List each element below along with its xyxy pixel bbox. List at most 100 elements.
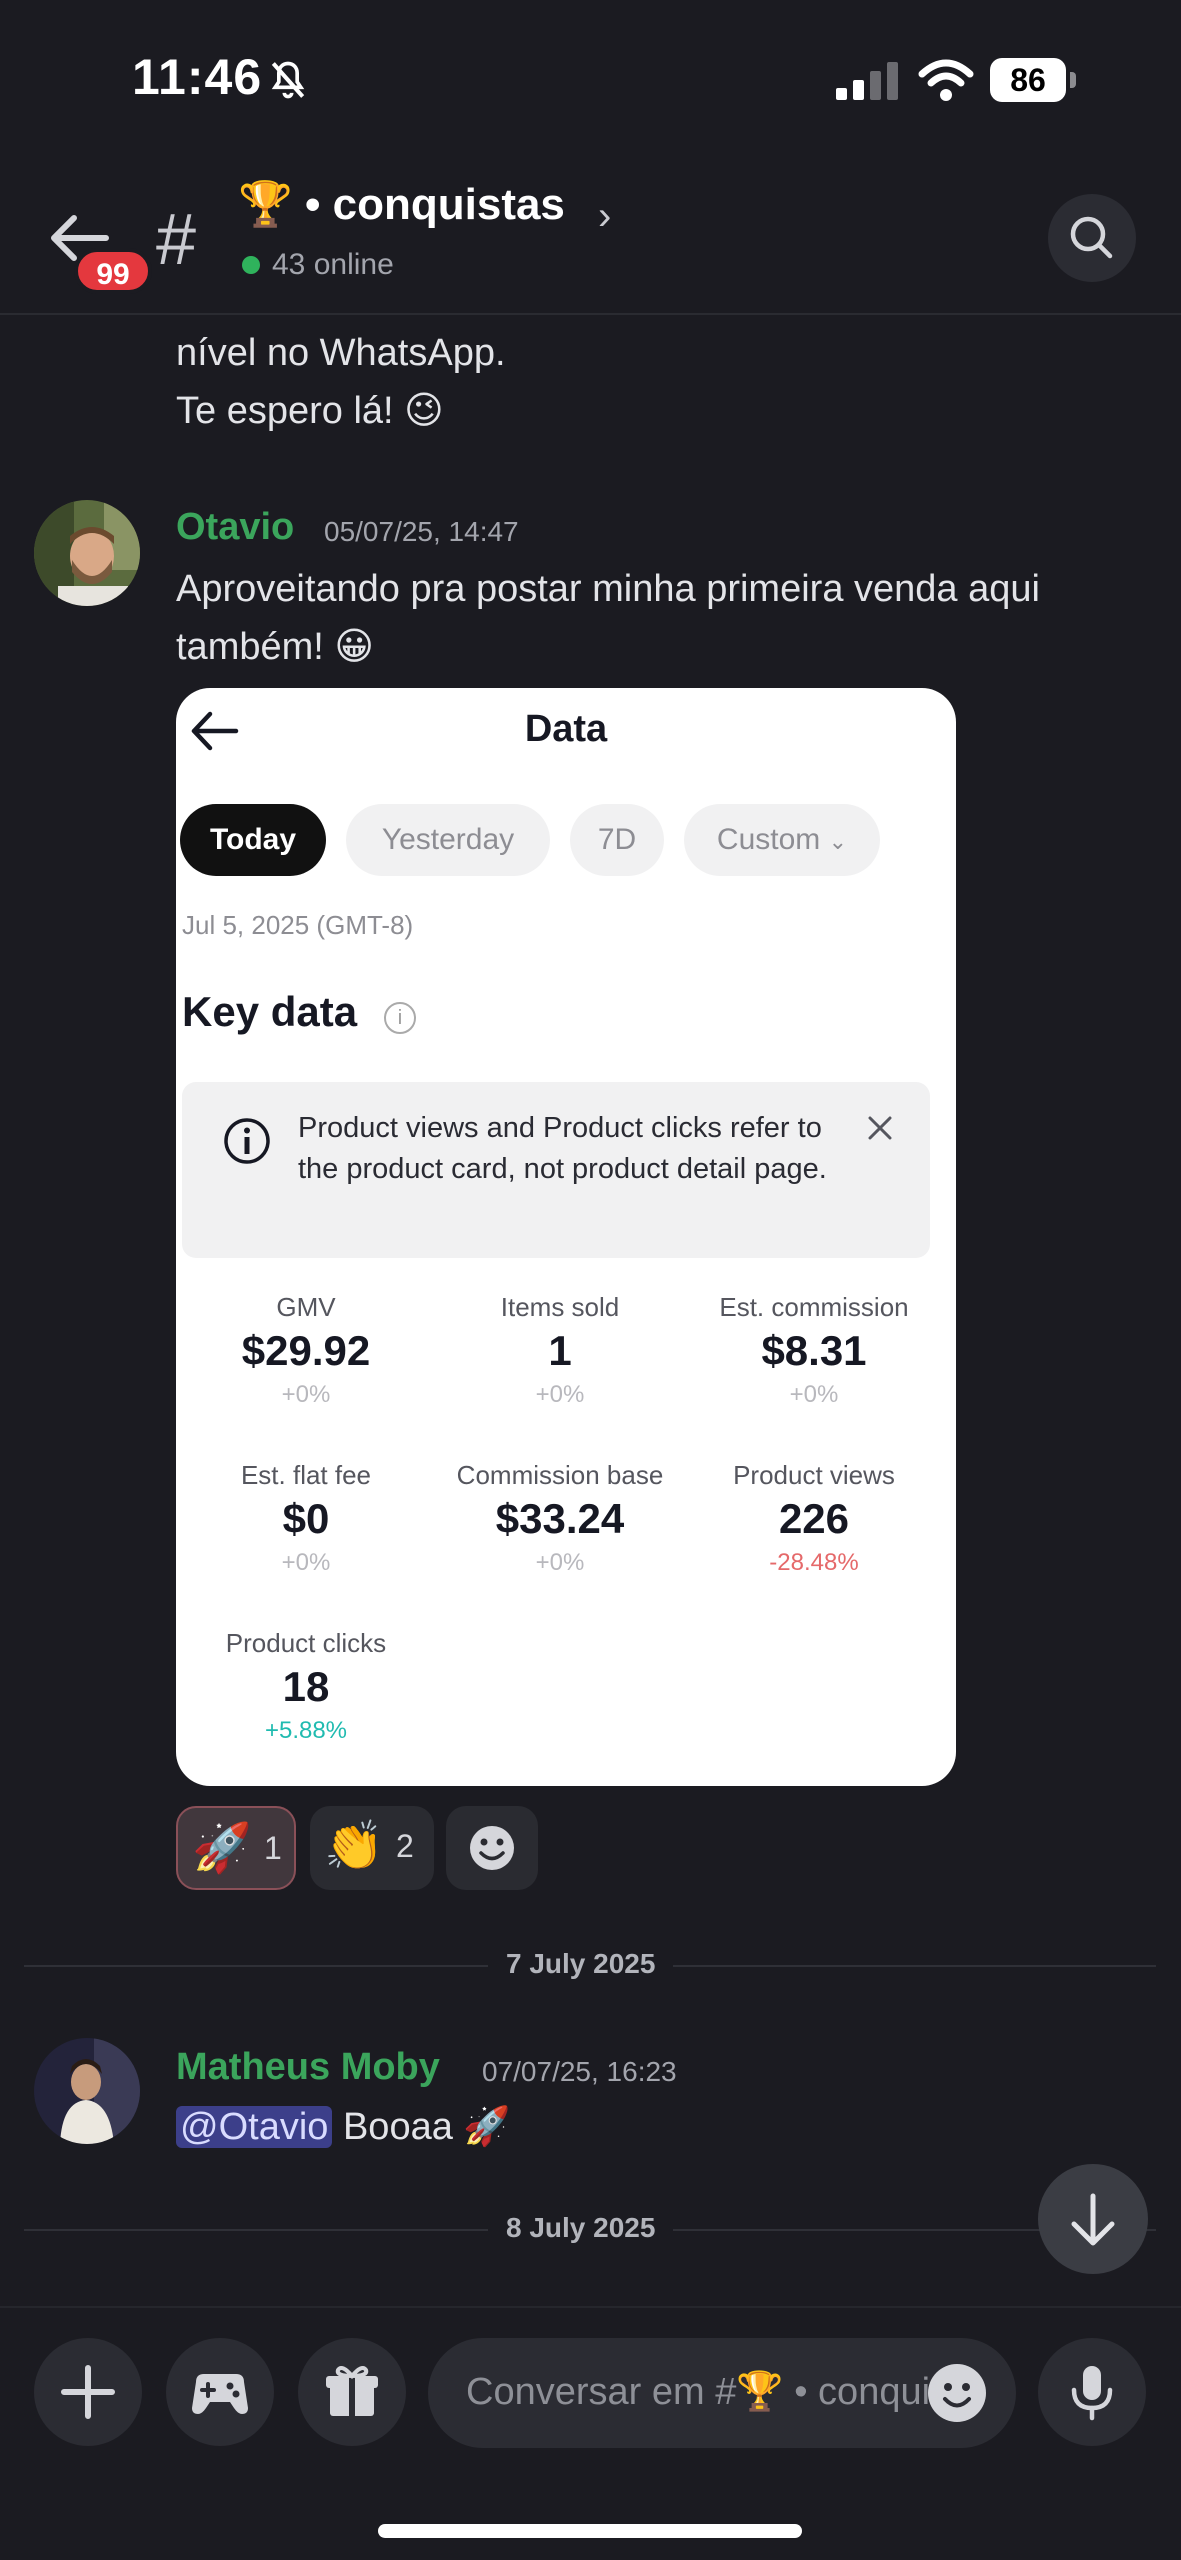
reaction-rocket[interactable]: 🚀 1 — [176, 1806, 296, 1890]
card-date: Jul 5, 2025 (GMT-8) — [182, 910, 414, 940]
metric-label: Est. commission — [719, 1292, 909, 1322]
metric-value: $8.31 — [761, 1327, 867, 1374]
tab-7d: 7D — [570, 804, 664, 876]
metric-est-flat-fee: Est. flat fee $0 +0% — [176, 1460, 436, 1577]
metric-label: Product clicks — [225, 1628, 387, 1658]
chevron-down-icon: ⌄ — [828, 829, 848, 854]
metric-product-views: Product views 226 -28.48% — [684, 1460, 944, 1577]
reaction-emoji: 🚀 — [192, 1822, 252, 1875]
metric-label: Commission base — [456, 1460, 664, 1490]
metric-label: Items sold — [500, 1292, 620, 1322]
message-author[interactable]: Otavio — [176, 506, 294, 549]
key-data-title: Key data — [182, 988, 358, 1035]
message-text: @Otavio Booaa 🚀 — [176, 2098, 1076, 2156]
message-author[interactable]: Matheus Moby — [176, 2046, 440, 2089]
previous-message: nível no WhatsApp. Te espero lá! 😉 — [176, 324, 1136, 440]
metric-value: $33.24 — [495, 1495, 625, 1542]
search-button[interactable] — [1048, 194, 1136, 282]
date-divider-label: 8 July 2025 — [488, 2212, 674, 2244]
arrow-down-icon — [1071, 2193, 1115, 2246]
gift-button[interactable] — [298, 2338, 406, 2446]
tab-custom-label: Custom — [716, 823, 821, 856]
notice-text: Product views and Product clicks refer t… — [298, 1112, 827, 1185]
message-input[interactable]: Conversar em #🏆 • conquistas — [428, 2338, 1016, 2448]
wifi-icon — [918, 59, 974, 101]
add-attachment-button[interactable] — [34, 2338, 142, 2446]
online-status-dot — [242, 256, 260, 274]
metric-change: +0% — [281, 1381, 331, 1408]
tab-yesterday: Yesterday — [346, 804, 550, 876]
avatar[interactable] — [34, 2038, 140, 2144]
info-icon — [224, 1118, 270, 1164]
notice-box: Product views and Product clicks refer t… — [182, 1082, 930, 1258]
voice-message-button[interactable] — [1038, 2338, 1146, 2446]
metric-change: +0% — [281, 1549, 331, 1576]
metric-value: 226 — [778, 1495, 850, 1542]
avatar-photo — [34, 500, 140, 606]
avatar[interactable] — [34, 500, 140, 606]
emoji-icon[interactable] — [926, 2362, 988, 2424]
search-icon — [1070, 216, 1113, 259]
info-icon: i — [384, 1002, 416, 1034]
metric-items-sold: Items sold 1 +0% — [430, 1292, 690, 1409]
metric-change: +0% — [789, 1381, 839, 1408]
metric-gmv: GMV $29.92 +0% — [176, 1292, 436, 1409]
metric-est-commission: Est. commission $8.31 +0% — [684, 1292, 944, 1409]
metric-change: +5.88% — [264, 1717, 348, 1744]
online-count: 43 online — [272, 248, 394, 281]
metric-product-clicks: Product clicks 18 +5.88% — [176, 1628, 436, 1745]
image-attachment[interactable]: Data Today Yesterday 7D Custom ⌄ Jul 5, … — [176, 688, 956, 1786]
metric-label: GMV — [276, 1292, 336, 1322]
unread-badge: 99 — [74, 248, 152, 294]
plus-icon — [61, 2365, 115, 2419]
battery-indicator: 86 — [990, 58, 1076, 102]
previous-message-line: nível no WhatsApp. — [176, 332, 506, 374]
battery-cap — [1070, 72, 1076, 88]
metric-commission-base: Commission base $33.24 +0% — [430, 1460, 690, 1577]
cellular-signal-icon — [836, 62, 898, 100]
reaction-emoji: 👏 — [324, 1820, 384, 1873]
status-time: 11:46 — [132, 49, 263, 105]
avatar-photo — [34, 2038, 140, 2144]
message-text: Aproveitando pra postar minha primeira v… — [176, 568, 1040, 668]
microphone-icon — [1071, 2366, 1113, 2421]
metric-label: Product views — [733, 1460, 895, 1490]
channel-hash-icon: # — [156, 200, 197, 280]
tab-custom: Custom ⌄ — [684, 804, 880, 876]
close-icon — [868, 1116, 892, 1140]
channel-header: 99 # 🏆 • conquistas › 43 online — [0, 150, 1181, 315]
metric-value: $0 — [282, 1495, 330, 1542]
activities-button[interactable] — [166, 2338, 274, 2446]
metric-value: 18 — [282, 1663, 330, 1710]
card-title: Data — [524, 708, 608, 750]
reaction-count: 2 — [396, 1828, 414, 1864]
status-bar: 11:46 86 — [0, 0, 1181, 150]
channel-name[interactable]: 🏆 • conquistas — [238, 178, 565, 230]
user-mention[interactable]: @Otavio — [176, 2106, 333, 2148]
emoji-icon — [470, 1826, 514, 1870]
message-composer: Conversar em #🏆 • conquistas — [0, 2306, 1181, 2560]
gamepad-icon — [192, 2374, 248, 2414]
tab-today: Today — [180, 804, 326, 876]
message-input-placeholder: Conversar em #🏆 • conquistas — [466, 2371, 936, 2413]
reaction-count: 1 — [264, 1830, 282, 1866]
bell-off-icon — [271, 61, 305, 99]
metric-value: 1 — [548, 1327, 572, 1374]
metric-change: +0% — [535, 1381, 585, 1408]
scroll-to-bottom-button[interactable] — [1038, 2164, 1148, 2274]
gift-icon — [326, 2366, 378, 2416]
message-timestamp: 07/07/25, 16:23 — [482, 2056, 677, 2087]
chevron-right-icon[interactable]: › — [598, 194, 611, 239]
reaction-clap[interactable]: 👏 2 — [310, 1806, 434, 1890]
add-reaction-button[interactable] — [446, 1806, 538, 1890]
battery-level: 86 — [990, 58, 1066, 102]
metric-change: +0% — [535, 1549, 585, 1576]
metric-label: Est. flat fee — [240, 1460, 372, 1490]
date-divider-label: 7 July 2025 — [488, 1948, 674, 1980]
message-timestamp: 05/07/25, 14:47 — [324, 516, 519, 547]
home-indicator[interactable] — [378, 2524, 802, 2538]
message-body: Booaa 🚀 — [332, 2106, 511, 2148]
metric-change: -28.48% — [769, 1549, 859, 1576]
previous-message-line: Te espero lá! 😉 — [176, 390, 444, 432]
metric-value: $29.92 — [241, 1327, 371, 1374]
